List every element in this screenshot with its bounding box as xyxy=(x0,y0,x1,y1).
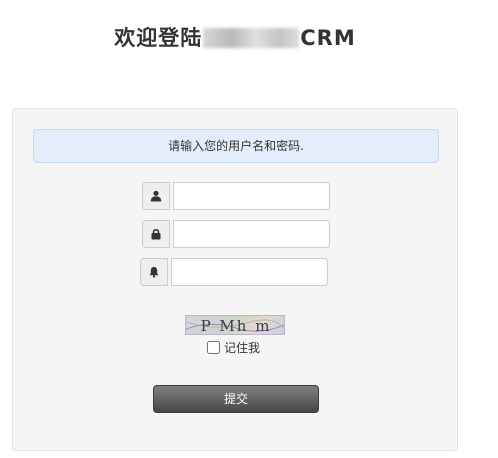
password-row xyxy=(142,220,330,248)
remember-checkbox[interactable] xyxy=(207,340,220,354)
remember-me[interactable]: 记住我 xyxy=(207,339,260,355)
bell-icon xyxy=(140,258,168,286)
submit-label: 提交 xyxy=(223,392,248,406)
captcha-input[interactable] xyxy=(171,258,328,286)
username-input[interactable] xyxy=(173,182,330,210)
user-icon xyxy=(142,182,170,210)
info-alert: 请输入您的用户名和密码. xyxy=(33,129,439,163)
redacted-company-name xyxy=(203,28,300,48)
alert-text: 请输入您的用户名和密码. xyxy=(168,139,304,153)
captcha-image[interactable]: P Mh m xyxy=(185,315,285,335)
captcha-row xyxy=(140,258,328,286)
login-panel: 请输入您的用户名和密码. P Mh m 记住我 提交 xyxy=(12,108,458,451)
remember-label: 记住我 xyxy=(224,340,261,355)
submit-button[interactable]: 提交 xyxy=(153,385,319,413)
username-row xyxy=(142,182,330,210)
lock-icon xyxy=(142,220,170,248)
title-suffix: CRM xyxy=(300,26,356,50)
password-input[interactable] xyxy=(173,220,330,248)
page-title: 欢迎登陆 CRM xyxy=(0,22,470,52)
captcha-text: P Mh m xyxy=(201,317,272,335)
title-prefix: 欢迎登陆 xyxy=(114,26,203,50)
